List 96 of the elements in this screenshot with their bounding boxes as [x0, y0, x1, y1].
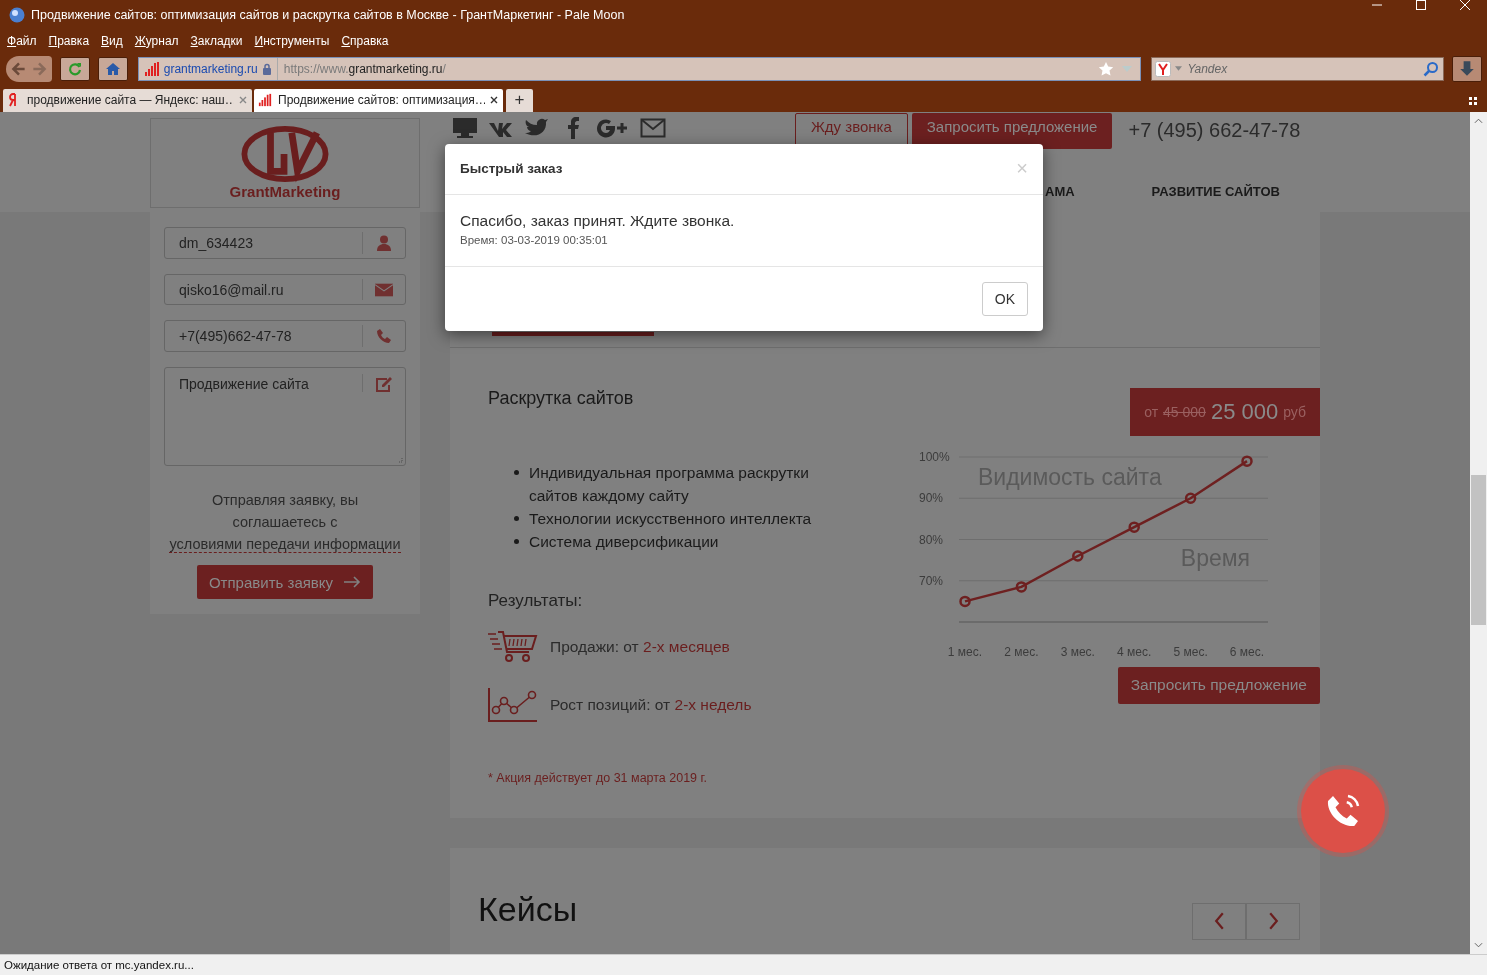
logo[interactable]: GrantMarketing: [150, 117, 420, 208]
dropdown-icon[interactable]: [1175, 66, 1183, 72]
lock-icon[interactable]: [261, 62, 272, 75]
x-tick-label: 2 мес.: [1004, 644, 1039, 659]
offer-title: Раскрутка сайтов: [488, 387, 635, 409]
url-text[interactable]: https://www.grantmarketing.ru/: [277, 61, 446, 76]
result-text: Рост позиций: от 2-х недель: [550, 695, 752, 714]
data-point: [1072, 550, 1084, 562]
address-bar[interactable]: grantmarketing.ru https://www.grantmarketing.ru/: [137, 56, 1142, 81]
menu-item[interactable]: Инструменты: [254, 33, 330, 48]
next-button[interactable]: [1246, 902, 1300, 940]
y-tick-label: 80%: [919, 532, 944, 547]
input-field[interactable]: +7(495)662-47-78: [164, 320, 406, 353]
browser-globe-icon: [9, 7, 25, 23]
search-bar[interactable]: Yandex: [1151, 56, 1445, 81]
shopping-cart-icon: [488, 629, 538, 664]
price-badge: от 45 000 25 000 руб: [1130, 387, 1320, 436]
download-button[interactable]: [1452, 55, 1482, 82]
monitor-icon[interactable]: [452, 116, 478, 139]
site-identity[interactable]: grantmarketing.ru: [163, 61, 258, 76]
data-point: [1241, 455, 1253, 467]
order-time: Время: 03-03-2019 00:35:01: [460, 233, 609, 246]
consent-text: Отправляя заявку, вы соглашаетесь с условиями передачи информации: [168, 491, 402, 556]
home-button[interactable]: [97, 56, 128, 81]
data-point: [1128, 521, 1140, 533]
scrollbar-thumb[interactable]: [1471, 474, 1486, 625]
new-tab-button[interactable]: +: [506, 88, 533, 112]
bullet-icon: [514, 538, 519, 544]
chevron-right-icon: [1267, 912, 1279, 931]
chevron-left-icon: [1213, 912, 1225, 931]
message-field[interactable]: Продвижение сайта: [164, 367, 406, 467]
previous-button[interactable]: [1192, 902, 1246, 940]
x-tick-label: 1 мес.: [947, 644, 983, 659]
scroll-down-icon[interactable]: [1474, 942, 1483, 948]
search-field[interactable]: Yandex: [1182, 60, 1424, 77]
results-title: Результаты:: [488, 590, 584, 611]
feature-text: Система диверсификации: [529, 531, 720, 552]
request-offer-button[interactable]: Запросить предложение: [1117, 666, 1320, 704]
feature-text: Технологии искусственного интеллекта: [529, 508, 813, 529]
ok-button[interactable]: OK: [981, 281, 1028, 316]
offer-note: * Акция действует до 31 марта 2019 г.: [488, 770, 709, 785]
input-field[interactable]: dm_634423: [164, 226, 406, 259]
result-text: Продажи: от 2-х месяцев: [550, 637, 730, 656]
nav-item[interactable]: РАЗВИТИЕ САЙТОВ: [1151, 183, 1280, 199]
y-tick-label: 100%: [919, 449, 950, 464]
user-icon: [375, 234, 393, 251]
bullet-icon: [514, 515, 519, 521]
nav-item[interactable]: АМА: [1045, 183, 1075, 199]
menu-item[interactable]: Журнал: [134, 33, 179, 48]
signal-bars-icon: [258, 93, 272, 108]
dialog-title: Быстрый заказ: [460, 161, 563, 177]
menu-item[interactable]: Справка: [341, 33, 389, 48]
x-tick-label: 6 мес.: [1229, 644, 1265, 659]
arrow-right-icon: [343, 576, 362, 589]
search-icon[interactable]: [1423, 60, 1440, 77]
envelope-icon: [375, 281, 393, 298]
envelope-icon[interactable]: [640, 116, 666, 139]
request-offer-button[interactable]: Запросить предложение: [911, 112, 1113, 149]
reload-icon: [66, 60, 83, 77]
bullet-icon: [514, 469, 519, 475]
submit-button[interactable]: Отправить заявку: [196, 565, 374, 599]
data-point: [1015, 581, 1028, 593]
scroll-up-icon[interactable]: [1474, 117, 1483, 124]
search-engine-icon[interactable]: [1155, 60, 1172, 77]
data-point: [959, 595, 971, 607]
x-tick-label: 4 мес.: [1117, 644, 1152, 659]
x-tick-label: 3 мес.: [1060, 644, 1095, 659]
close-icon[interactable]: [489, 95, 499, 106]
reload-button[interactable]: [60, 56, 90, 81]
data-point: [1184, 492, 1197, 504]
grid-icon[interactable]: [1468, 95, 1478, 106]
y-tick-label: 70%: [919, 573, 944, 588]
window-title: Продвижение сайтов: оптимизация сайтов и раскрутка сайтов в Москве - ГрантМаркетинг - Pale Moon: [31, 8, 625, 22]
status-text: Ожидание ответа от mc.yandex.ru...: [0, 954, 1487, 975]
signal-bars-icon: [143, 61, 160, 76]
input-field[interactable]: qisko16@mail.ru: [164, 273, 406, 306]
menu-item[interactable]: Правка: [48, 33, 90, 48]
home-icon: [104, 60, 121, 77]
menu-item[interactable]: Закладки: [190, 33, 243, 48]
cases-title: Кейсы: [478, 889, 578, 929]
menu-item[interactable]: Вид: [101, 33, 123, 48]
browser-tab[interactable]: Продвижение сайтов: оптимизация…: [254, 88, 503, 112]
phone-icon: [375, 328, 393, 345]
growth-chart-icon: [488, 687, 538, 722]
feature-text: Индивидуальная программа раскрутки сайтов каждому сайту: [529, 462, 810, 506]
google-plus-icon[interactable]: [596, 116, 630, 139]
bookmark-star-icon[interactable]: [1098, 60, 1115, 77]
terms-link[interactable]: условиями передачи информации: [169, 536, 401, 554]
dialog-message: Спасибо, заказ принят. Ждите звонка.: [460, 211, 736, 230]
x-tick-label: 5 мес.: [1173, 644, 1208, 659]
edit-icon: [375, 376, 393, 393]
menu-item[interactable]: Файл: [7, 33, 37, 48]
phone-number: +7 (495) 662-47-78: [1128, 119, 1301, 143]
browser-tab[interactable]: продвижение сайта — Яндекс: наш…: [3, 88, 252, 112]
y-tick-label: 90%: [919, 491, 944, 506]
resize-grip-icon[interactable]: [397, 457, 403, 464]
